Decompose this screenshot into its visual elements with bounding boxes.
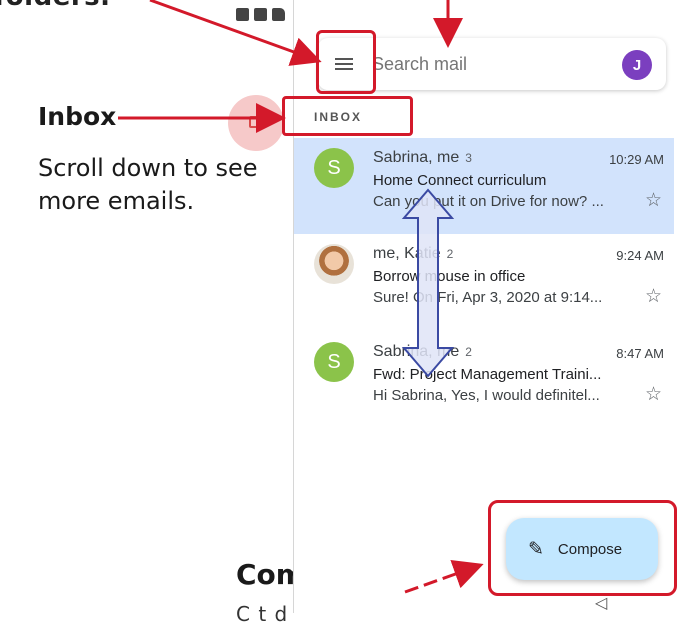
- scroll-instruction-text: Scroll down to see more emails.: [38, 154, 258, 215]
- folder-icon: [272, 8, 285, 21]
- account-avatar[interactable]: J: [622, 50, 652, 80]
- email-time: 9:24 AM: [616, 248, 664, 263]
- star-icon[interactable]: ☆: [645, 285, 662, 308]
- image-icon: [254, 8, 267, 21]
- back-triangle-icon[interactable]: ◁: [595, 593, 607, 613]
- email-sender: Sabrina, me 2: [373, 343, 472, 360]
- email-subject: Home Connect curriculum: [373, 172, 547, 189]
- cut-off-caption-text: folders.: [0, 0, 111, 12]
- menu-highlight-box: [316, 30, 376, 94]
- sender-photo-avatar: [314, 244, 354, 284]
- email-subject: Fwd: Project Management Traini...: [373, 366, 602, 383]
- sender-avatar: S: [314, 148, 354, 188]
- email-sender: me, Katie 2: [373, 245, 454, 262]
- sender-avatar: S: [314, 342, 354, 382]
- app-icon: [236, 8, 249, 21]
- email-snippet: Sure! On Fri, Apr 3, 2020 at 9:14...: [373, 289, 603, 306]
- email-row[interactable]: me, Katie 2 9:24 AM Borrow mouse in offic…: [294, 234, 674, 330]
- email-snippet: Can you put it on Drive for now? ...: [373, 193, 604, 210]
- inbox-highlight-box: [282, 96, 413, 136]
- email-subject: Borrow mouse in office: [373, 268, 526, 285]
- email-time: 8:47 AM: [616, 346, 664, 361]
- star-icon[interactable]: ☆: [645, 383, 662, 406]
- search-input[interactable]: [372, 54, 602, 75]
- compose-highlight-box: [488, 500, 677, 596]
- inbox-drawer-icon[interactable]: [228, 95, 284, 151]
- cut-off-bottom-text: C t d: [236, 602, 289, 626]
- email-snippet: Hi Sabrina, Yes, I would definitel...: [373, 387, 600, 404]
- email-row[interactable]: S Sabrina, me 3 10:29 AM Home Connect cur…: [294, 138, 674, 234]
- email-sender: Sabrina, me 3: [373, 149, 472, 166]
- email-row[interactable]: S Sabrina, me 2 8:47 AM Fwd: Project Mana…: [294, 332, 674, 428]
- star-icon[interactable]: ☆: [645, 189, 662, 212]
- status-bar-icons: [236, 8, 285, 21]
- email-time: 10:29 AM: [609, 152, 664, 167]
- menu-pointer-arrow: [149, 0, 322, 66]
- inbox-annotation-label: Inbox: [38, 102, 117, 131]
